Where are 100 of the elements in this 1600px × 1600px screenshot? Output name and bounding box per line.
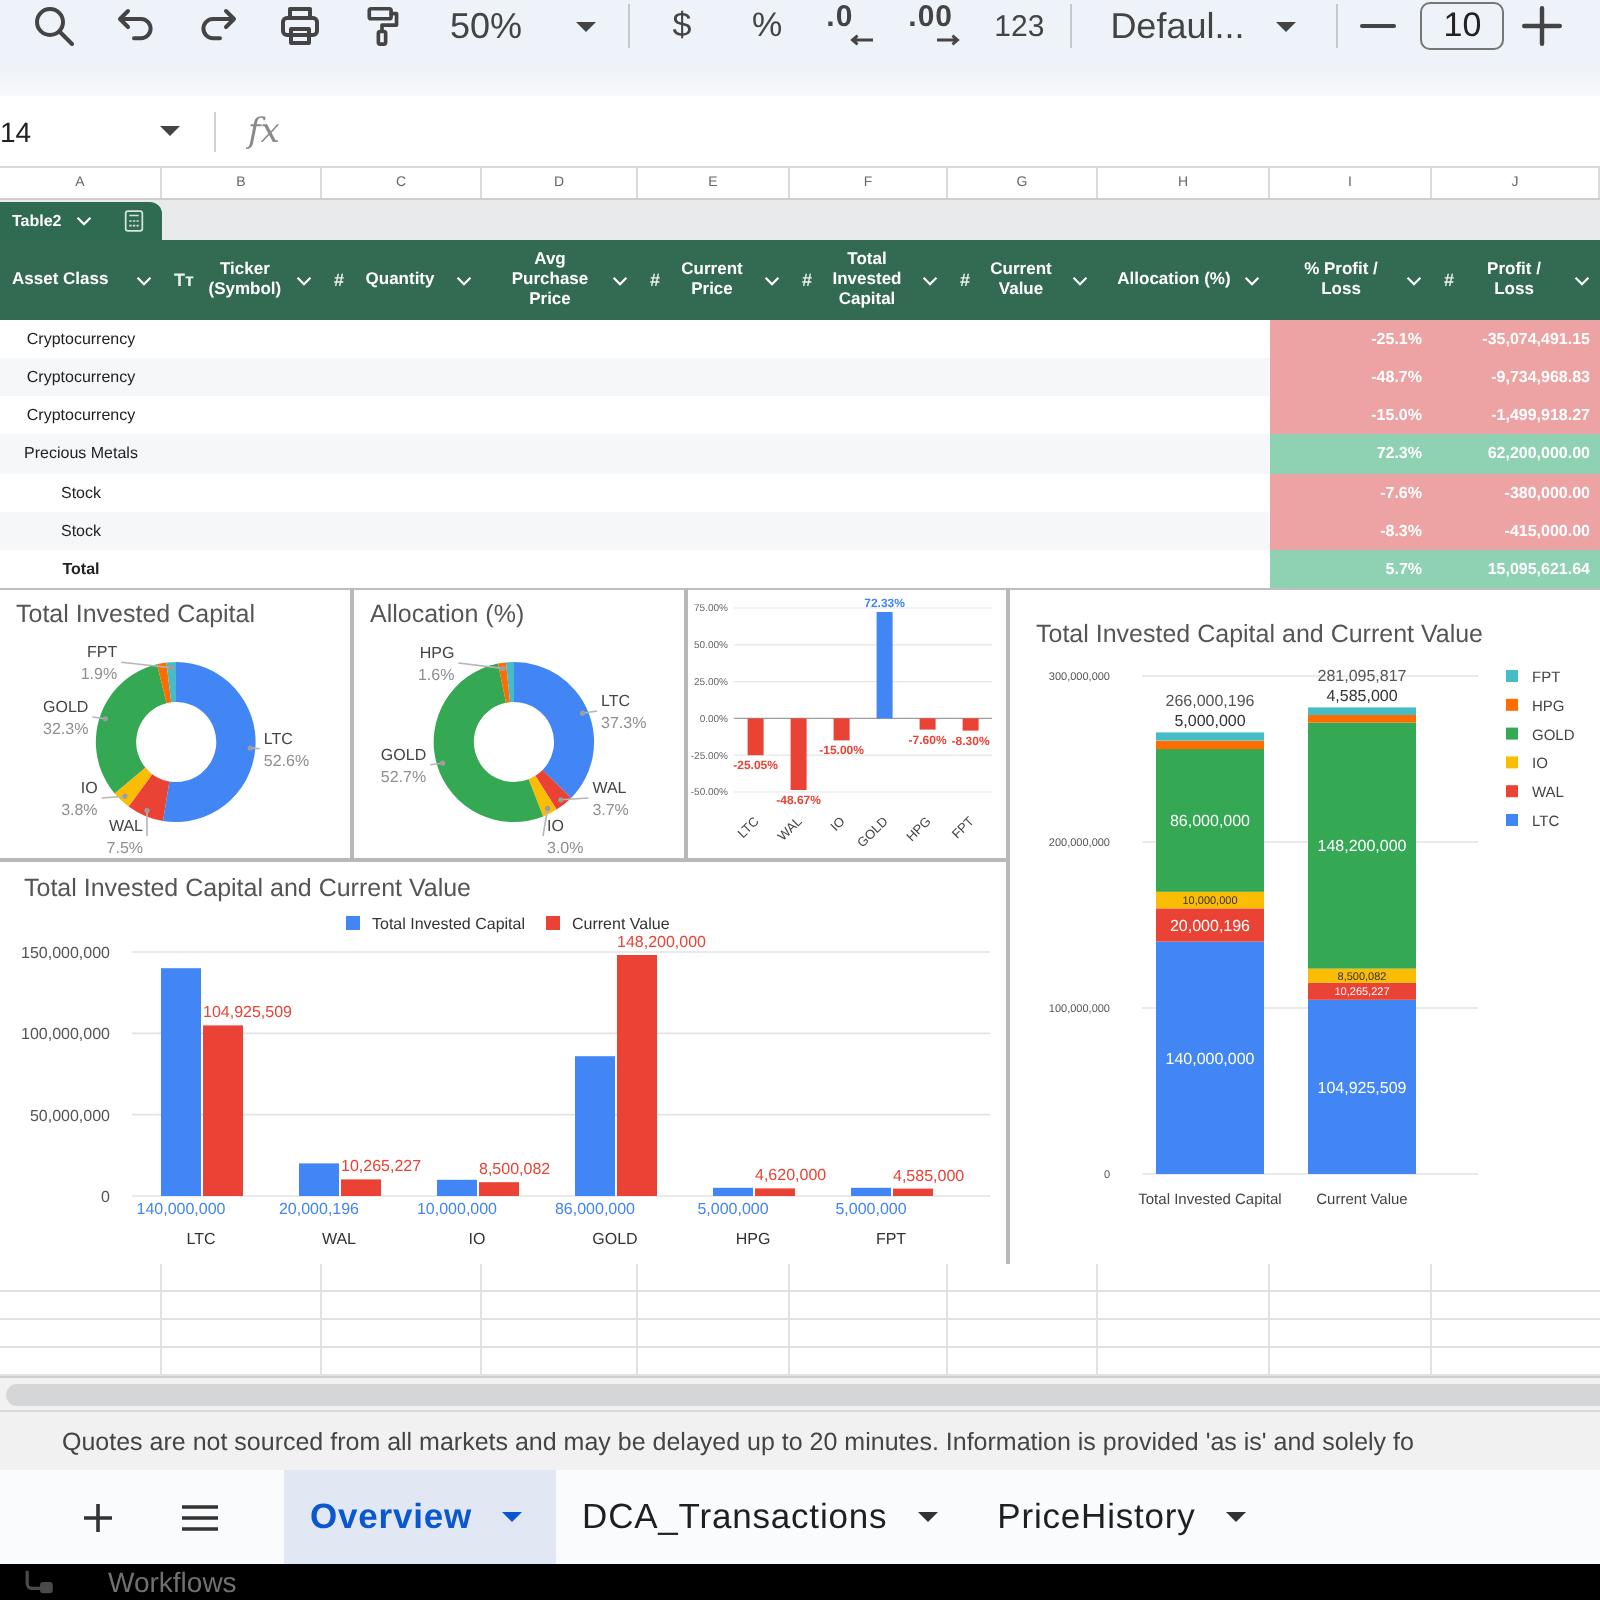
currency-button[interactable]: $	[668, 2, 697, 50]
data-label: 4,585,000	[1326, 687, 1398, 706]
data-label: 104,925,509	[203, 1003, 292, 1022]
function-label: fx	[248, 111, 280, 151]
bar	[876, 612, 893, 719]
profit-percent-cell: -48.7%	[1270, 358, 1432, 397]
caret-icon	[917, 1512, 938, 1522]
taskbar-label[interactable]: Workflows	[108, 1566, 237, 1598]
slice-label: IO	[547, 817, 564, 835]
slice-percent: 3.0%	[547, 839, 584, 857]
legend-swatch-icon	[1506, 756, 1518, 769]
axis-label: IO	[468, 1230, 486, 1248]
legend-swatch-icon	[1506, 727, 1518, 740]
column-label: Total Invested Capital	[830, 250, 904, 310]
column-label: Ticker (Symbol)	[206, 260, 284, 300]
scrollbar-thumb[interactable]	[6, 1383, 1600, 1405]
chevron-down-icon[interactable]	[1244, 275, 1260, 285]
slice-label: GOLD	[43, 698, 89, 716]
profit-percent-cell: -8.3%	[1270, 511, 1432, 550]
chevron-down-icon[interactable]	[1573, 275, 1590, 285]
legend-label: Total Invested Capital	[372, 915, 525, 933]
printer-icon	[280, 6, 320, 46]
zoom-dropdown[interactable]: 50%	[450, 2, 597, 50]
chevron-down-icon[interactable]	[612, 275, 628, 285]
calculator-icon[interactable]	[123, 210, 144, 232]
legend-swatch-icon	[346, 916, 360, 930]
column-label: Asset Class	[12, 270, 111, 290]
chevron-down-icon[interactable]	[1406, 275, 1422, 285]
left-arrow-icon	[850, 34, 875, 46]
data-label: 86,000,000	[554, 1200, 636, 1218]
axis-label: 150,000,000	[21, 944, 110, 962]
increase-decimals-button[interactable]: .00	[908, 2, 961, 50]
chevron-down-icon[interactable]	[921, 275, 938, 285]
caret-icon	[160, 126, 180, 136]
slice-percent: 7.5%	[106, 839, 143, 857]
font-dropdown[interactable]: Defaul...	[1110, 2, 1297, 50]
profit-percent-cell: -25.1%	[1270, 320, 1432, 359]
number-format-button[interactable]: 123	[994, 2, 1045, 50]
slice-label: GOLD	[380, 745, 427, 764]
legend-swatch-icon	[1506, 670, 1518, 682]
profit-loss-cell: -415,000.00	[1432, 511, 1600, 550]
chevron-down-icon[interactable]	[136, 275, 152, 285]
profit-loss-cell: 62,200,000.00	[1432, 434, 1600, 474]
axis-label: 50,000,000	[29, 1106, 110, 1125]
slice-percent: 52.7%	[380, 767, 427, 786]
chevron-down-icon[interactable]	[296, 275, 312, 285]
chart-title: Total Invested Capital	[14, 598, 258, 632]
axis-label: WAL	[321, 1230, 357, 1248]
slice-percent: 1.6%	[417, 666, 455, 684]
plus-icon	[82, 1501, 114, 1533]
print-button[interactable]	[276, 2, 324, 50]
decrease-decimals-button[interactable]: .0	[826, 2, 875, 50]
leader-line	[429, 760, 446, 766]
search-button[interactable]	[30, 2, 78, 50]
asset-class-cell: Stock	[60, 521, 101, 540]
caret-icon	[1276, 21, 1297, 31]
chevron-down-icon[interactable]	[456, 275, 472, 285]
table-name-button[interactable]: Table2	[12, 212, 92, 230]
profit-percent-cell: 72.3%	[1270, 434, 1432, 474]
leader-line	[120, 661, 175, 671]
type-mark: #	[334, 270, 345, 290]
legend-swatch-icon	[1506, 814, 1518, 826]
axis-label: HPG	[735, 1230, 771, 1248]
chevron-down-icon[interactable]	[763, 275, 780, 285]
type-mark: #	[960, 270, 971, 290]
sheet-tab[interactable]: Overview	[284, 1470, 557, 1564]
slice-label: FPT	[87, 643, 118, 662]
slice-label: WAL	[108, 817, 143, 835]
slice-label: WAL	[592, 779, 627, 797]
type-mark: Tт	[174, 270, 194, 290]
column-label: Current Value	[988, 260, 1054, 300]
increase-font-size-button[interactable]	[1518, 2, 1567, 50]
chevron-down-icon[interactable]	[1071, 275, 1088, 285]
sheet-tab[interactable]: DCA_Transactions	[556, 1470, 972, 1564]
data-label: 20,000,196	[278, 1200, 360, 1218]
profit-loss-cell: -380,000.00	[1432, 473, 1600, 512]
data-label: 148,200,000	[617, 933, 706, 951]
leader-line	[542, 805, 551, 837]
name-box[interactable]: 14	[0, 105, 192, 157]
font-size-field[interactable]: 10	[1420, 2, 1505, 50]
data-label: 148,200,000	[1317, 837, 1407, 856]
asset-class-cell: Cryptocurrency	[26, 330, 136, 349]
caret-icon	[1225, 1512, 1246, 1522]
legend-label: Current Value	[572, 915, 670, 933]
profit-loss-cell: -9,734,968.83	[1432, 358, 1600, 397]
asset-class-cell: Stock	[60, 483, 101, 502]
data-label: 140,000,000	[136, 1200, 226, 1218]
disclaimer-text: Quotes are not sourced from all markets and may be delayed up to 20 minutes. Information is provided 'as is' and solely fo	[62, 1427, 1414, 1455]
slice-percent: 3.7%	[592, 801, 629, 819]
percent-button[interactable]: %	[752, 2, 783, 50]
axis-label: 100,000,000	[21, 1025, 110, 1044]
column-label: Avg Purchase Price	[509, 250, 591, 310]
redo-icon	[198, 6, 238, 46]
type-mark: #	[1444, 270, 1455, 290]
profit-loss-cell: -35,074,491.15	[1432, 320, 1600, 359]
chart-title: Total Invested Capital and Current Value	[1034, 618, 1486, 652]
undo-icon	[116, 6, 156, 46]
leader-line	[247, 745, 261, 751]
slice-label: LTC	[601, 692, 631, 710]
sheet-tab[interactable]: PriceHistory	[971, 1470, 1280, 1564]
